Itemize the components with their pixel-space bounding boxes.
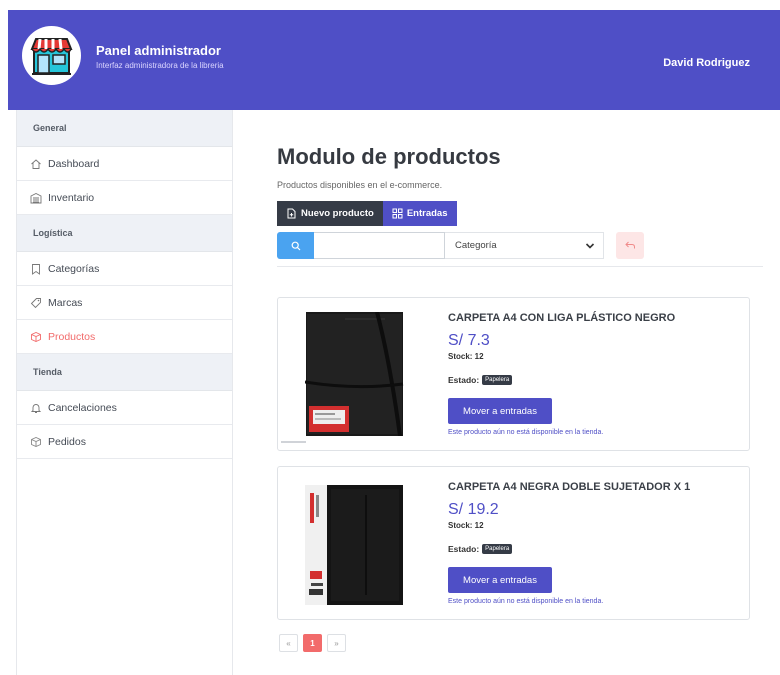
product-status: Estado: Papelera <box>448 544 513 554</box>
tag-icon <box>30 297 41 308</box>
divider <box>277 266 763 267</box>
sidebar-section-tienda: Tienda <box>17 354 232 391</box>
move-to-entries-button[interactable]: Mover a entradas <box>448 567 552 593</box>
package-icon <box>31 436 41 447</box>
product-name: CARPETA A4 CON LIGA PLÁSTICO NEGRO <box>448 312 676 324</box>
user-name[interactable]: David Rodriguez <box>663 57 750 69</box>
category-select-value: Categoría <box>455 240 497 251</box>
product-status: Estado: Papelera <box>448 375 513 385</box>
product-price: S/ 7.3 <box>448 332 490 349</box>
pagination-next-button[interactable]: » <box>327 634 346 652</box>
page-subtitle: Productos disponibles en el e-commerce. <box>277 180 443 190</box>
sidebar-item-marcas[interactable]: Marcas <box>17 286 232 320</box>
top-header: Panel administrador Interfaz administrad… <box>8 10 780 110</box>
product-name: CARPETA A4 NEGRA DOBLE SUJETADOR X 1 <box>448 481 691 493</box>
sidebar-item-dashboard[interactable]: Dashboard <box>17 147 232 181</box>
sidebar-item-pedidos[interactable]: Pedidos <box>17 425 232 459</box>
pagination-prev-button[interactable]: « <box>279 634 298 652</box>
sidebar-item-categorias[interactable]: Categorías <box>17 252 232 286</box>
status-badge: Papelera <box>482 544 513 554</box>
entries-button[interactable]: Entradas <box>382 201 457 226</box>
sidebar-section-logistica: Logística <box>17 215 232 252</box>
search-input[interactable] <box>314 232 445 259</box>
sidebar-item-cancelaciones[interactable]: Cancelaciones <box>17 391 232 425</box>
bookmark-icon <box>32 263 40 275</box>
sidebar-item-label: Categorías <box>48 262 100 275</box>
search-icon <box>291 241 300 250</box>
sidebar-item-label: Pedidos <box>48 435 86 448</box>
header-subtitle: Interfaz administradora de la libreria <box>96 61 224 70</box>
box-icon <box>31 331 41 342</box>
chevron-down-icon <box>585 243 595 249</box>
availability-note: Este producto aún no está disponible en … <box>448 429 604 436</box>
undo-icon <box>624 241 635 249</box>
filter-bar: Categoría <box>277 232 644 259</box>
product-image[interactable] <box>305 481 405 605</box>
status-label: Estado: <box>448 544 480 554</box>
new-product-button[interactable]: Nuevo producto <box>277 201 383 226</box>
status-label: Estado: <box>448 375 480 385</box>
status-badge: Papelera <box>482 375 513 385</box>
pagination: « 1 » <box>279 634 351 652</box>
header-title: Panel administrador <box>96 43 221 58</box>
sidebar-item-label: Marcas <box>48 296 83 309</box>
product-card: CARPETA A4 NEGRA DOBLE SUJETADOR X 1 S/ … <box>277 466 750 620</box>
new-product-label: Nuevo producto <box>301 208 374 219</box>
home-icon <box>31 158 41 169</box>
store-logo[interactable] <box>22 26 81 85</box>
sidebar-section-general: General <box>17 110 232 147</box>
entries-label: Entradas <box>406 208 448 219</box>
sidebar-item-label: Cancelaciones <box>48 401 117 414</box>
reset-filter-button[interactable] <box>616 232 644 259</box>
sidebar: General Dashboard Inventario Logística C… <box>16 110 233 675</box>
new-file-icon <box>287 208 296 219</box>
grid-icon <box>392 208 403 219</box>
move-to-entries-button[interactable]: Mover a entradas <box>448 398 552 424</box>
bell-icon <box>30 403 42 413</box>
sidebar-item-productos[interactable]: Productos <box>17 320 232 354</box>
sidebar-item-label: Inventario <box>48 191 95 204</box>
store-icon <box>30 38 73 75</box>
search-button[interactable] <box>277 232 314 259</box>
pagination-page-button[interactable]: 1 <box>303 634 322 652</box>
warehouse-icon <box>30 192 42 203</box>
page-title: Modulo de productos <box>277 144 501 169</box>
product-price: S/ 19.2 <box>448 501 499 518</box>
product-card: CARPETA A4 CON LIGA PLÁSTICO NEGRO S/ 7.… <box>277 297 750 451</box>
availability-note: Este producto aún no está disponible en … <box>448 598 604 605</box>
action-button-group: Nuevo producto Entradas <box>277 201 457 226</box>
category-select[interactable]: Categoría <box>445 232 604 259</box>
sidebar-item-label: Dashboard <box>48 157 100 170</box>
product-image[interactable] <box>305 312 405 436</box>
product-stock: Stock: 12 <box>448 352 484 361</box>
sidebar-item-inventario[interactable]: Inventario <box>17 181 232 215</box>
sidebar-item-label: Productos <box>48 330 96 343</box>
product-stock: Stock: 12 <box>448 521 484 530</box>
image-scroll-indicator <box>281 441 306 443</box>
